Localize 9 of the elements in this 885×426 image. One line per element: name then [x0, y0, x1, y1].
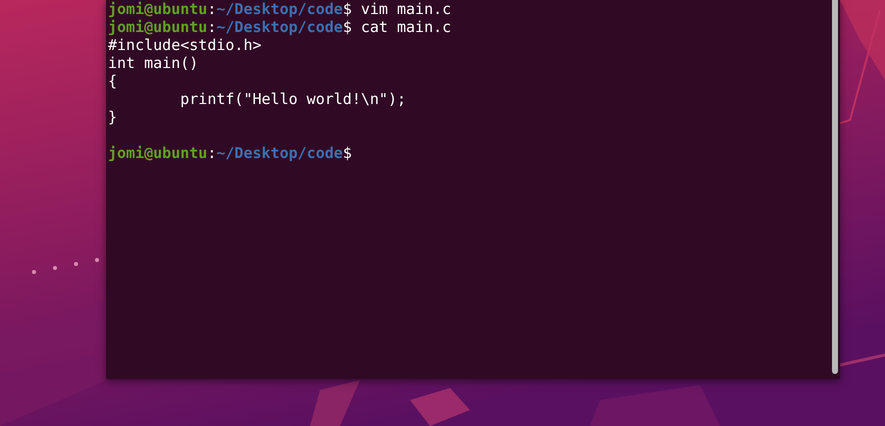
output-line: printf("Hello world!\n");	[179, 90, 408, 108]
output-line: int main()	[108, 54, 200, 72]
scrollbar[interactable]	[832, 0, 838, 374]
output-line: #include<stdio.h>	[108, 36, 263, 54]
prompt-line: jomi@ubuntu:~/Desktop/code$	[108, 144, 353, 162]
output-line: }	[108, 108, 118, 126]
prompt-line: jomi@ubuntu:~/Desktop/code$ vim main.c	[108, 0, 452, 18]
output-line: {	[108, 72, 118, 90]
prompt-line: jomi@ubuntu:~/Desktop/code$ cat main.c	[108, 18, 452, 36]
